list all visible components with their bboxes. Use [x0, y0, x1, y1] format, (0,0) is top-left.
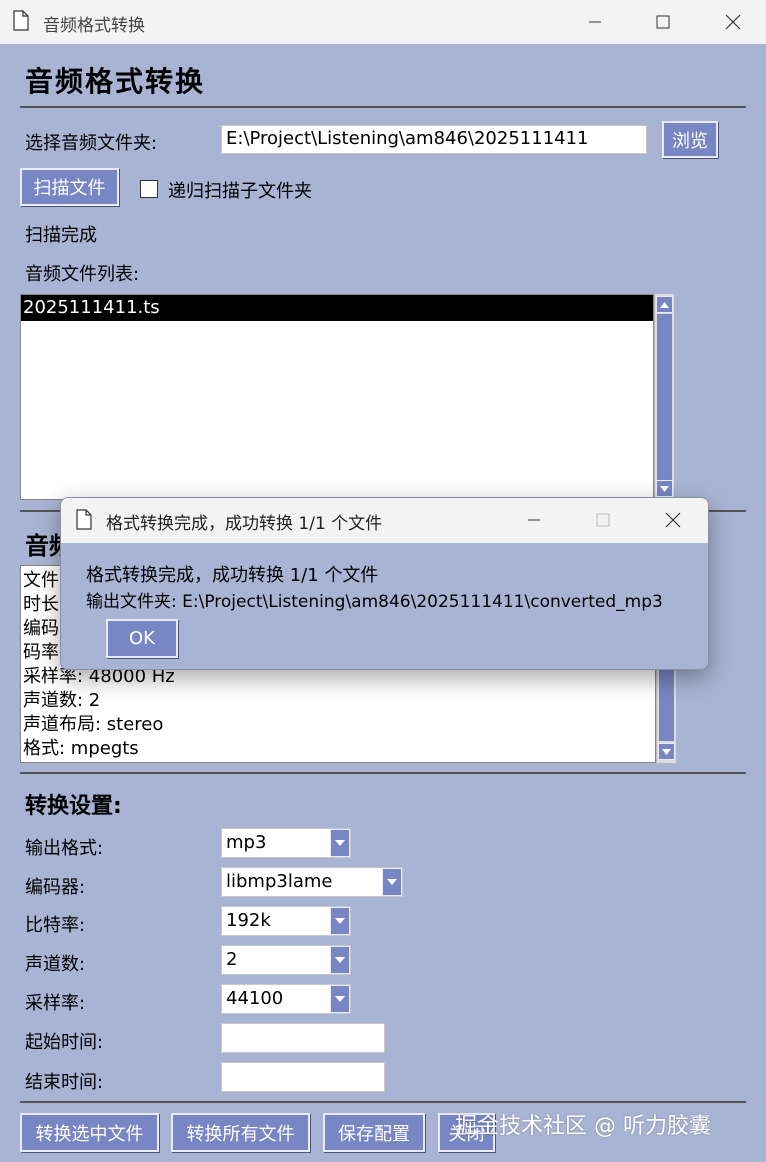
- recursive-scan-checkbox[interactable]: [140, 180, 158, 198]
- chevron-down-icon: [335, 996, 345, 1002]
- dialog-message-line2: 输出文件夹: E:\Project\Listening\am846\202511…: [86, 592, 663, 612]
- chevron-down-icon: [335, 918, 345, 924]
- close-icon: [665, 512, 681, 528]
- minimize-icon: [589, 21, 601, 23]
- scroll-down-button[interactable]: [656, 480, 673, 497]
- browse-button[interactable]: 浏览: [662, 121, 718, 158]
- encoder-label: 编码器:: [25, 877, 86, 898]
- end-time-input[interactable]: [221, 1062, 385, 1092]
- dialog-message-line1: 格式转换完成，成功转换 1/1 个文件: [86, 565, 379, 586]
- ok-button[interactable]: OK: [106, 619, 178, 658]
- chevron-down-icon: [387, 879, 397, 885]
- convert-all-button[interactable]: 转换所有文件: [171, 1113, 310, 1152]
- minimize-icon: [528, 519, 540, 521]
- start-time-input[interactable]: [221, 1023, 385, 1053]
- save-config-button[interactable]: 保存配置: [323, 1113, 425, 1152]
- file-list-label: 音频文件列表:: [25, 264, 140, 285]
- scan-files-button[interactable]: 扫描文件: [20, 168, 119, 206]
- channels-select[interactable]: 2: [221, 945, 351, 975]
- watermark: 掘金技术社区 @ 听力胶囊: [455, 1114, 711, 1139]
- close-icon: [725, 14, 741, 30]
- document-icon: [76, 509, 92, 530]
- minimize-button[interactable]: [560, 0, 630, 44]
- maximize-button[interactable]: [628, 0, 698, 44]
- scroll-down-arrow-icon: [660, 485, 669, 492]
- window-titlebar: 音频格式转换: [0, 0, 766, 44]
- dialog-maximize-button: [568, 498, 638, 542]
- divider: [20, 1101, 746, 1103]
- scroll-down-button[interactable]: [658, 743, 675, 760]
- dialog-title: 格式转换完成，成功转换 1/1 个文件: [106, 514, 383, 534]
- bitrate-select[interactable]: 192k: [221, 906, 351, 936]
- divider: [20, 106, 746, 108]
- dialog-close-button[interactable]: [638, 498, 708, 542]
- chevron-down-icon: [335, 840, 345, 846]
- dropdown-button[interactable]: [330, 985, 350, 1013]
- scan-status: 扫描完成: [25, 225, 97, 246]
- end-time-label: 结束时间:: [25, 1072, 104, 1093]
- dropdown-button[interactable]: [330, 829, 350, 857]
- sample-rate-select[interactable]: 44100: [221, 984, 351, 1014]
- info-line: 格式: mpegts: [23, 738, 139, 759]
- dropdown-button[interactable]: [382, 868, 402, 896]
- scroll-down-arrow-icon: [662, 748, 671, 755]
- chevron-down-icon: [335, 957, 345, 963]
- list-item[interactable]: 2025111411.ts: [21, 295, 653, 321]
- output-format-label: 输出格式:: [25, 838, 104, 859]
- convert-selected-button[interactable]: 转换选中文件: [20, 1113, 159, 1152]
- output-format-select[interactable]: mp3: [221, 828, 351, 858]
- dropdown-button[interactable]: [330, 946, 350, 974]
- maximize-icon: [596, 513, 610, 527]
- dialog-titlebar: 格式转换完成，成功转换 1/1 个文件: [61, 498, 708, 543]
- sample-rate-label: 采样率:: [25, 993, 86, 1014]
- encoder-select[interactable]: libmp3lame: [221, 867, 403, 897]
- channels-label: 声道数:: [25, 954, 86, 975]
- document-icon: [13, 10, 29, 31]
- close-window-button[interactable]: [698, 0, 766, 44]
- maximize-icon: [656, 15, 670, 29]
- bitrate-label: 比特率:: [25, 915, 86, 936]
- scroll-up-button[interactable]: [656, 296, 673, 313]
- info-line: 声道数: 2: [23, 690, 101, 711]
- dialog-minimize-button[interactable]: [499, 498, 569, 542]
- conversion-complete-dialog: 格式转换完成，成功转换 1/1 个文件 格式转换完成，成功转换 1/1 个文件 …: [60, 497, 709, 670]
- recursive-scan-label: 递归扫描子文件夹: [168, 181, 312, 202]
- file-list-scrollbar[interactable]: [654, 294, 674, 500]
- scroll-up-arrow-icon: [660, 301, 669, 308]
- settings-heading: 转换设置:: [25, 794, 122, 819]
- divider: [20, 772, 746, 774]
- folder-label: 选择音频文件夹:: [25, 133, 158, 154]
- file-listbox[interactable]: 2025111411.ts: [20, 294, 654, 500]
- window-title: 音频格式转换: [43, 16, 145, 36]
- start-time-label: 起始时间:: [25, 1032, 104, 1053]
- scrollbar-thumb[interactable]: [657, 314, 672, 480]
- dropdown-button[interactable]: [330, 907, 350, 935]
- page-title: 音频格式转换: [25, 65, 206, 98]
- info-line: 声道布局: stereo: [23, 714, 164, 735]
- folder-path-input[interactable]: E:\Project\Listening\am846\2025111411: [221, 125, 647, 154]
